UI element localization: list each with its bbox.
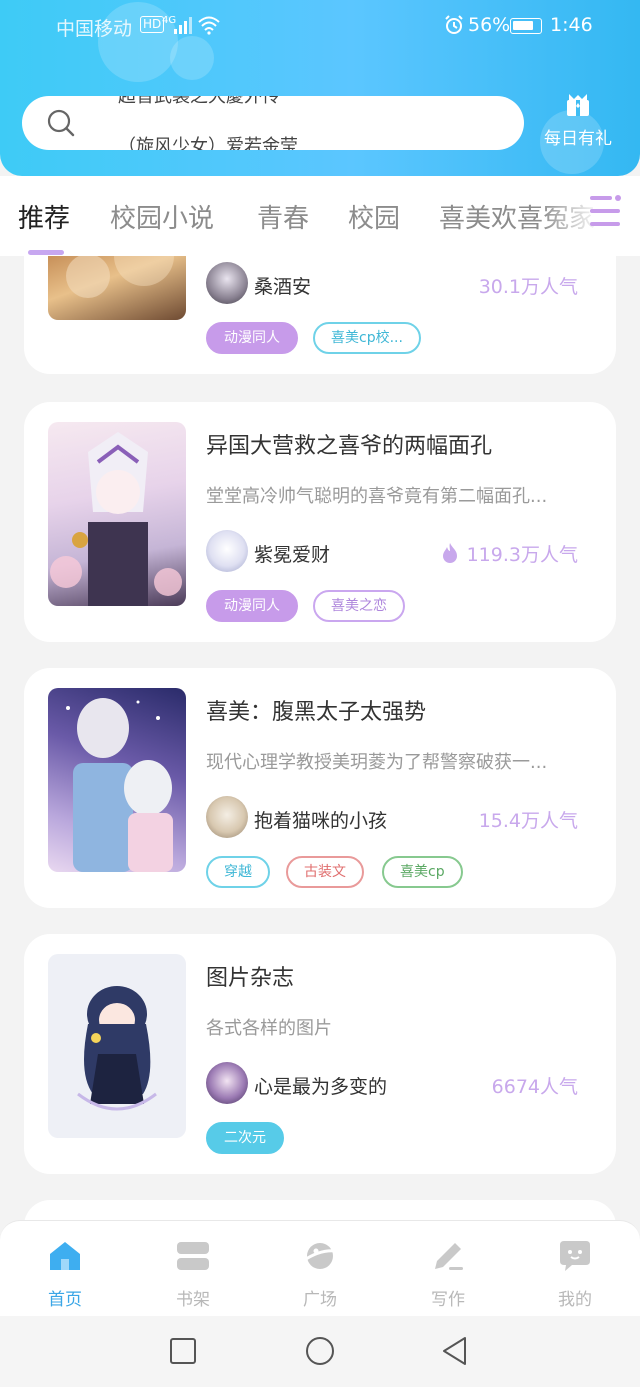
- carrier-name: 中国移动: [56, 18, 133, 40]
- cover-art: [66, 698, 173, 872]
- book-card[interactable]: [24, 1200, 616, 1220]
- genre-tag[interactable]: 喜美cp: [382, 856, 463, 888]
- search-hint-previous: 超音武装之大慶外传: [118, 96, 280, 107]
- nav-home-label: 首页: [48, 1290, 82, 1310]
- book-card[interactable]: 喜美：腹黑太子太强势 现代心理学教授美玥菱为了帮警察破获一... 抱着猫咪的小孩…: [24, 668, 616, 908]
- author-name[interactable]: 紫冕爱财: [254, 540, 330, 567]
- clock: 1:46: [550, 14, 593, 36]
- tab-campus[interactable]: 校园: [348, 198, 400, 235]
- decorative-bubble: [170, 36, 214, 80]
- wifi-icon: [198, 16, 220, 35]
- gift-icon: [567, 94, 589, 116]
- home-icon: [50, 1242, 80, 1270]
- book-card[interactable]: 图片杂志 各式各样的图片 心是最为多变的 6674人气 二次元: [24, 934, 616, 1174]
- tab-youth[interactable]: 青春: [257, 198, 309, 235]
- planet-icon: [302, 1243, 338, 1269]
- genre-tag[interactable]: 喜美cp校...: [313, 322, 421, 354]
- nav-write[interactable]: 写作: [408, 1239, 488, 1310]
- genre-tag[interactable]: 二次元: [206, 1122, 284, 1154]
- book-card[interactable]: 异国大营救之喜爷的两幅面孔 堂堂高冷帅气聪明的喜爷竟有第二幅面孔... 紫冕爱财…: [24, 402, 616, 642]
- nav-bookshelf[interactable]: 书架: [153, 1239, 233, 1310]
- tab-recommend[interactable]: 推荐: [18, 198, 70, 235]
- signal-bars-icon: [174, 17, 192, 34]
- book-cover[interactable]: [48, 688, 186, 872]
- alarm-icon: [445, 15, 463, 34]
- flame-icon: [442, 543, 457, 563]
- nav-write-label: 写作: [431, 1290, 465, 1310]
- nav-home[interactable]: 首页: [25, 1239, 105, 1310]
- author-avatar[interactable]: [206, 262, 248, 304]
- battery-percent: 56%: [468, 14, 511, 36]
- popularity-count: 119.3万人气: [441, 540, 578, 567]
- book-feed[interactable]: 桑酒安 30.1万人气 动漫同人 喜美cp校... 异国大营救之喜爷的两幅面孔 …: [0, 256, 640, 1220]
- book-cover[interactable]: [48, 954, 186, 1138]
- daily-gift-label: 每日有礼: [544, 129, 612, 149]
- system-navigation-bar: [0, 1316, 640, 1387]
- back-icon[interactable]: [438, 1334, 472, 1368]
- book-description: 各式各样的图片: [206, 1018, 332, 1039]
- book-title[interactable]: 异国大营救之喜爷的两幅面孔: [206, 428, 492, 460]
- home-button-icon[interactable]: [303, 1334, 337, 1368]
- hd-badge: HD: [140, 16, 165, 33]
- book-description: 现代心理学教授美玥菱为了帮警察破获一...: [206, 752, 548, 773]
- cover-art: [66, 256, 174, 298]
- status-bar: 中国移动 HD 4G 56% 1:46: [0, 12, 640, 40]
- active-tab-indicator: [28, 250, 64, 255]
- battery-icon: [510, 18, 542, 34]
- book-title[interactable]: 喜美：腹黑太子太强势: [206, 694, 426, 726]
- book-cover[interactable]: [48, 422, 186, 606]
- popularity-count: 30.1万人气: [478, 276, 578, 298]
- nav-bookshelf-label: 书架: [176, 1290, 210, 1310]
- book-card[interactable]: 桑酒安 30.1万人气 动漫同人 喜美cp校...: [24, 256, 616, 374]
- bottom-navigation: 首页 书架 广场 写作 我的: [0, 1220, 640, 1316]
- genre-tag[interactable]: 动漫同人: [206, 590, 298, 622]
- nav-square-label: 广场: [303, 1290, 337, 1310]
- genre-tag[interactable]: 穿越: [206, 856, 270, 888]
- cover-art: [77, 986, 157, 1111]
- search-hint-next: （旋风少女）爱若金莹: [118, 136, 298, 150]
- popularity-count: 15.4万人气: [478, 810, 578, 832]
- book-description: 堂堂高冷帅气聪明的喜爷竟有第二幅面孔...: [206, 486, 548, 507]
- author-name[interactable]: 桑酒安: [254, 272, 311, 299]
- cover-art: [50, 432, 182, 606]
- author-avatar[interactable]: [206, 1062, 248, 1104]
- genre-tag[interactable]: 动漫同人: [206, 322, 298, 354]
- book-cover[interactable]: [48, 256, 186, 320]
- author-name[interactable]: 抱着猫咪的小孩: [254, 806, 387, 833]
- tab-campus-novel[interactable]: 校园小说: [110, 198, 214, 235]
- menu-icon[interactable]: [586, 194, 622, 228]
- pen-icon: [435, 1243, 463, 1270]
- author-avatar[interactable]: [206, 796, 248, 838]
- category-tabs: 推荐 校园小说 青春 校园 喜美欢喜冤家: [0, 176, 640, 256]
- search-icon: [47, 109, 75, 137]
- genre-tag[interactable]: 喜美之恋: [313, 590, 405, 622]
- chat-bubble-icon: [560, 1241, 590, 1271]
- author-avatar[interactable]: [206, 530, 248, 572]
- nav-mine-label: 我的: [558, 1290, 592, 1310]
- recent-apps-icon[interactable]: [166, 1334, 200, 1368]
- author-name[interactable]: 心是最为多变的: [254, 1072, 387, 1099]
- daily-gift-button[interactable]: 每日有礼: [540, 90, 616, 156]
- genre-tag[interactable]: 古装文: [286, 856, 364, 888]
- app-header: 中国移动 HD 4G 56% 1:46 超音武装之大慶外传 （旋风少女）爱若金莹: [0, 0, 640, 176]
- nav-square[interactable]: 广场: [280, 1239, 360, 1310]
- bookshelf-icon: [177, 1242, 209, 1270]
- search-bar[interactable]: 超音武装之大慶外传 （旋风少女）爱若金莹: [22, 96, 524, 150]
- book-title[interactable]: 图片杂志: [206, 960, 294, 992]
- popularity-count: 6674人气: [491, 1076, 578, 1098]
- nav-mine[interactable]: 我的: [535, 1239, 615, 1310]
